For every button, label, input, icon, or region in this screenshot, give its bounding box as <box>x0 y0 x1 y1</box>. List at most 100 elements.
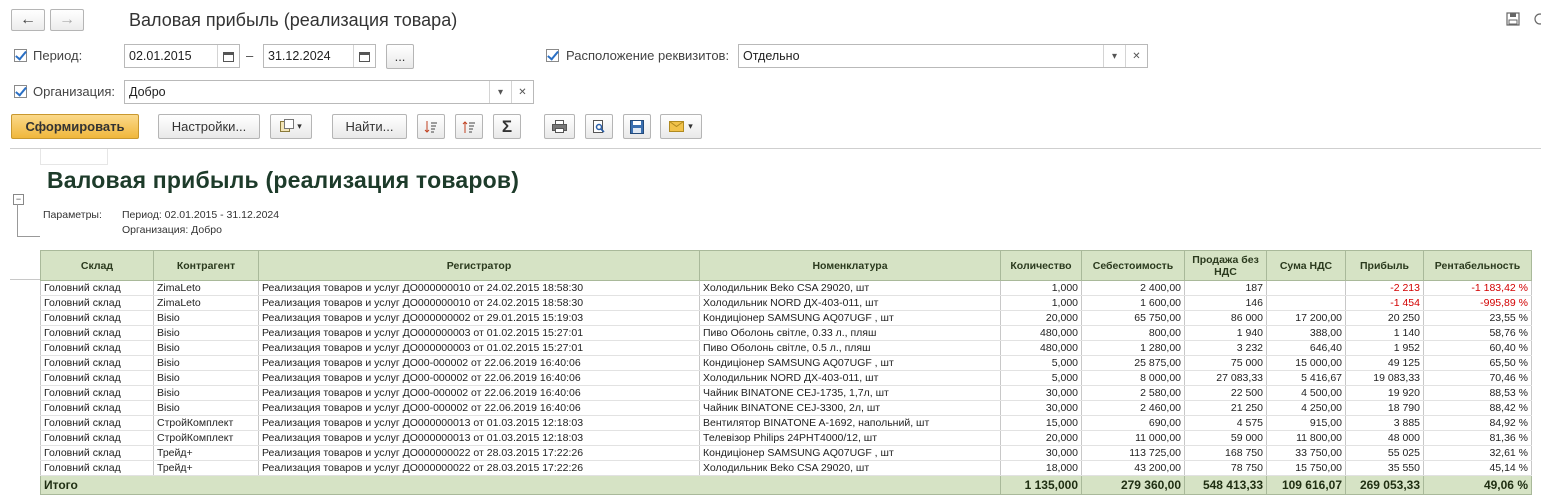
table-cell[interactable]: Головний склад <box>40 430 154 446</box>
total-row[interactable]: Итого 1 135,000 279 360,00 548 413,33 109 61… <box>40 475 1532 495</box>
table-cell[interactable]: 3 885 <box>1345 415 1424 431</box>
table-row[interactable]: Головний склад Bisio Реализация товаров и … <box>40 310 1532 326</box>
table-cell[interactable]: Кондиціонер SAMSUNG AQ07UGF , шт <box>699 355 1001 371</box>
generate-button[interactable]: Сформировать <box>11 114 139 139</box>
table-cell[interactable]: Реализация товаров и услуг ДО000000002 о… <box>258 310 700 326</box>
calendar-icon[interactable] <box>217 45 239 67</box>
table-cell[interactable]: 58,76 % <box>1423 325 1532 341</box>
table-cell[interactable]: Реализация товаров и услуг ДО00-000002 о… <box>258 385 700 401</box>
table-cell[interactable]: 22 500 <box>1184 385 1267 401</box>
table-cell[interactable]: 1 140 <box>1345 325 1424 341</box>
column-header[interactable]: Регистратор <box>258 250 700 281</box>
collapse-group-icon[interactable]: − <box>13 194 24 205</box>
layout-select[interactable]: Отдельно ▾ ✕ <box>738 44 1148 68</box>
table-cell[interactable]: ZimaLeto <box>153 295 259 311</box>
table-cell[interactable]: 65,50 % <box>1423 355 1532 371</box>
table-cell[interactable]: 4 500,00 <box>1266 385 1346 401</box>
save-icon[interactable] <box>1506 12 1520 29</box>
table-cell[interactable]: Головний склад <box>40 400 154 416</box>
preview-button[interactable] <box>585 114 613 139</box>
table-row[interactable]: Головний склад Bisio Реализация товаров и … <box>40 340 1532 356</box>
column-header[interactable]: Количество <box>1000 250 1082 281</box>
table-cell[interactable]: 30,000 <box>1000 445 1082 461</box>
table-cell[interactable]: 2 580,00 <box>1081 385 1185 401</box>
table-row[interactable]: Головний склад ZimaLeto Реализация товаров… <box>40 280 1532 296</box>
table-cell[interactable]: 33 750,00 <box>1266 445 1346 461</box>
table-row[interactable]: Головний склад Bisio Реализация товаров и … <box>40 370 1532 386</box>
find-button[interactable]: Найти... <box>332 114 407 139</box>
table-cell[interactable]: 2 460,00 <box>1081 400 1185 416</box>
table-cell[interactable]: Холодильник NORD ДХ-403-011, шт <box>699 295 1001 311</box>
table-cell[interactable]: 88,53 % <box>1423 385 1532 401</box>
table-cell[interactable]: 27 083,33 <box>1184 370 1267 386</box>
table-cell[interactable]: Головний склад <box>40 295 154 311</box>
table-cell[interactable]: Реализация товаров и услуг ДО000000003 о… <box>258 325 700 341</box>
table-cell[interactable]: 17 200,00 <box>1266 310 1346 326</box>
date-to-field[interactable]: 31.12.2024 <box>263 44 376 68</box>
column-header[interactable]: Продажа без НДС <box>1184 250 1267 281</box>
table-cell[interactable]: 55 025 <box>1345 445 1424 461</box>
total-cell[interactable]: 279 360,00 <box>1081 475 1185 495</box>
table-cell[interactable]: Кондиціонер SAMSUNG AQ07UGF , шт <box>699 310 1001 326</box>
table-cell[interactable] <box>1266 280 1346 296</box>
table-cell[interactable]: 5 416,67 <box>1266 370 1346 386</box>
table-cell[interactable]: Кондиціонер SAMSUNG AQ07UGF , шт <box>699 445 1001 461</box>
table-cell[interactable]: Трейд+ <box>153 445 259 461</box>
table-cell[interactable]: 1 952 <box>1345 340 1424 356</box>
table-cell[interactable]: 18,000 <box>1000 460 1082 476</box>
table-row[interactable]: Головний склад Bisio Реализация товаров и … <box>40 400 1532 416</box>
table-cell[interactable]: Пиво Оболонь світле, 0.33 л., пляш <box>699 325 1001 341</box>
table-cell[interactable]: 75 000 <box>1184 355 1267 371</box>
table-cell[interactable]: 15,000 <box>1000 415 1082 431</box>
table-cell[interactable]: 1,000 <box>1000 295 1082 311</box>
table-row[interactable]: Головний склад Трейд+ Реализация товаров и… <box>40 445 1532 461</box>
table-cell[interactable]: Реализация товаров и услуг ДО000000022 о… <box>258 445 700 461</box>
forward-button[interactable]: → <box>50 9 84 31</box>
table-cell[interactable]: 168 750 <box>1184 445 1267 461</box>
column-header[interactable]: Сума НДС <box>1266 250 1346 281</box>
table-row[interactable]: Головний склад ZimaLeto Реализация товаров… <box>40 295 1532 311</box>
organization-checkbox[interactable] <box>14 85 27 98</box>
table-cell[interactable]: Головний склад <box>40 310 154 326</box>
table-cell[interactable]: Головний склад <box>40 445 154 461</box>
calendar-icon[interactable] <box>353 45 375 67</box>
table-cell[interactable]: ZimaLeto <box>153 280 259 296</box>
link-icon[interactable] <box>1532 12 1541 29</box>
table-cell[interactable]: 21 250 <box>1184 400 1267 416</box>
table-cell[interactable]: 18 790 <box>1345 400 1424 416</box>
table-cell[interactable]: Головний склад <box>40 280 154 296</box>
organization-select[interactable]: Добро ▾ ✕ <box>124 80 534 104</box>
table-cell[interactable]: Bisio <box>153 325 259 341</box>
variants-button[interactable]: ▾ <box>270 114 312 139</box>
sort-asc-button[interactable] <box>455 114 483 139</box>
table-cell[interactable]: 25 875,00 <box>1081 355 1185 371</box>
table-cell[interactable]: СтройКомплект <box>153 430 259 446</box>
back-button[interactable]: ← <box>11 9 45 31</box>
settings-button[interactable]: Настройки... <box>158 114 260 139</box>
table-cell[interactable]: 2 400,00 <box>1081 280 1185 296</box>
table-cell[interactable]: Холодильник NORD ДХ-403-011, шт <box>699 370 1001 386</box>
table-cell[interactable]: СтройКомплект <box>153 415 259 431</box>
table-cell[interactable]: -995,89 % <box>1423 295 1532 311</box>
table-cell[interactable]: Bisio <box>153 370 259 386</box>
table-cell[interactable]: Головний склад <box>40 385 154 401</box>
table-cell[interactable]: 32,61 % <box>1423 445 1532 461</box>
date-from-field[interactable]: 02.01.2015 <box>124 44 240 68</box>
table-cell[interactable]: 65 750,00 <box>1081 310 1185 326</box>
table-row[interactable]: Головний склад Bisio Реализация товаров и … <box>40 355 1532 371</box>
table-cell[interactable]: 20,000 <box>1000 430 1082 446</box>
table-cell[interactable]: 30,000 <box>1000 400 1082 416</box>
table-cell[interactable]: 187 <box>1184 280 1267 296</box>
table-cell[interactable]: -1 454 <box>1345 295 1424 311</box>
table-cell[interactable]: 646,40 <box>1266 340 1346 356</box>
table-cell[interactable]: 388,00 <box>1266 325 1346 341</box>
table-cell[interactable]: Трейд+ <box>153 460 259 476</box>
column-header[interactable]: Склад <box>40 250 154 281</box>
period-select-button[interactable]: ... <box>386 44 414 69</box>
table-cell[interactable]: 86 000 <box>1184 310 1267 326</box>
table-cell[interactable]: 43 200,00 <box>1081 460 1185 476</box>
table-cell[interactable]: Холодильник Beko CSA 29020, шт <box>699 280 1001 296</box>
table-cell[interactable]: 11 000,00 <box>1081 430 1185 446</box>
clear-icon[interactable]: ✕ <box>1125 45 1147 67</box>
total-cell[interactable]: 49,06 % <box>1423 475 1532 495</box>
